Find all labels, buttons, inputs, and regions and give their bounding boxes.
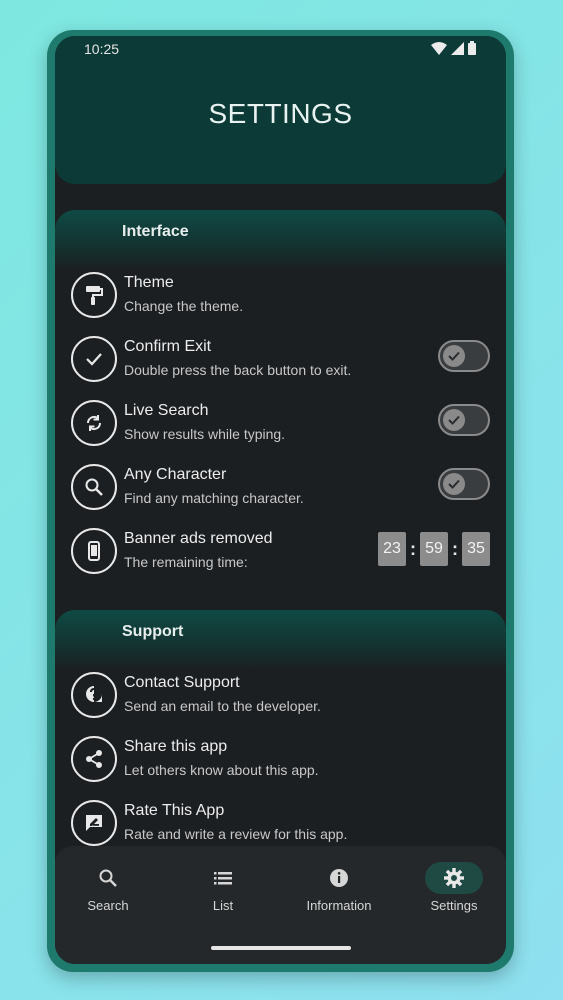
setting-subtitle: Send an email to the developer.: [124, 698, 321, 714]
remaining-time-timer: 23 : 59 : 35: [378, 532, 490, 566]
app-screen: SETTINGS 10:25 Interface Theme Change th…: [55, 36, 506, 964]
section-title-interface: Interface: [122, 223, 189, 240]
setting-confirm-exit[interactable]: Confirm Exit Double press the back butto…: [71, 336, 490, 386]
search-icon: [58, 862, 158, 894]
nav-list[interactable]: List: [173, 862, 273, 922]
wifi-icon: [431, 41, 447, 55]
section-title-support: Support: [122, 623, 184, 640]
page-title: SETTINGS: [208, 98, 353, 129]
status-bar: 10:25: [55, 36, 506, 66]
paint-roller-icon: [71, 272, 117, 318]
setting-title: Theme: [124, 274, 174, 291]
setting-subtitle: Change the theme.: [124, 298, 244, 314]
nav-settings[interactable]: Settings: [404, 862, 504, 922]
nav-information[interactable]: Information: [289, 862, 389, 922]
home-indicator[interactable]: [210, 946, 351, 950]
setting-subtitle: Double press the back button to exit.: [124, 362, 352, 378]
sync-icon: [71, 400, 117, 446]
setting-title: Live Search: [124, 402, 209, 419]
setting-live-search[interactable]: Live Search Show results while typing.: [71, 400, 490, 450]
setting-title: Share this app: [124, 738, 228, 755]
timer-separator: :: [452, 538, 458, 559]
setting-title: Any Character: [124, 466, 227, 483]
timer-seconds: 35: [462, 532, 490, 566]
info-icon: [289, 862, 389, 894]
signal-icon: [451, 41, 464, 55]
confirm-exit-toggle[interactable]: [438, 340, 490, 372]
check-icon: [71, 336, 117, 382]
phone-frame: SETTINGS 10:25 Interface Theme Change th…: [47, 30, 514, 972]
nav-label: Settings: [430, 898, 478, 913]
nav-label: Information: [306, 898, 372, 913]
interface-section: Interface Theme Change the theme. Confir…: [55, 210, 506, 610]
setting-banner-ads: Banner ads removed The remaining time: 2…: [71, 528, 490, 578]
setting-subtitle: Let others know about this app.: [124, 762, 319, 778]
gear-icon: [425, 862, 483, 894]
timer-separator: :: [410, 538, 416, 559]
share-icon: [71, 736, 117, 782]
phone-icon: [71, 528, 117, 574]
setting-share-app[interactable]: Share this app Let others know about thi…: [71, 736, 490, 786]
setting-subtitle: Show results while typing.: [124, 426, 286, 442]
search-icon: [71, 464, 117, 510]
live-search-toggle[interactable]: [438, 404, 490, 436]
check-icon: [443, 473, 465, 495]
support-section: Support Contact Support Send an email to…: [55, 610, 506, 870]
help-icon: [71, 672, 117, 718]
status-time: 10:25: [84, 41, 120, 57]
nav-search[interactable]: Search: [58, 862, 158, 922]
setting-title: Contact Support: [124, 674, 240, 691]
timer-minutes: 59: [420, 532, 448, 566]
check-icon: [443, 345, 465, 367]
setting-title: Confirm Exit: [124, 338, 212, 355]
setting-title: Banner ads removed: [124, 530, 273, 547]
bottom-navigation: Search List Information Settings: [55, 846, 506, 964]
setting-subtitle: Find any matching character.: [124, 490, 304, 506]
timer-hours: 23: [378, 532, 406, 566]
rate-review-icon: [71, 800, 117, 846]
setting-subtitle: The remaining time:: [124, 554, 248, 570]
setting-title: Rate This App: [124, 802, 225, 819]
setting-contact-support[interactable]: Contact Support Send an email to the dev…: [71, 672, 490, 722]
nav-label: List: [212, 898, 234, 913]
status-icons: [431, 41, 476, 55]
setting-rate-app[interactable]: Rate This App Rate and write a review fo…: [71, 800, 490, 850]
battery-icon: [468, 41, 476, 55]
setting-subtitle: Rate and write a review for this app.: [124, 826, 348, 842]
list-icon: [173, 862, 273, 894]
setting-any-character[interactable]: Any Character Find any matching characte…: [71, 464, 490, 514]
check-icon: [443, 409, 465, 431]
setting-theme[interactable]: Theme Change the theme.: [71, 272, 490, 322]
nav-label: Search: [87, 898, 129, 913]
any-character-toggle[interactable]: [438, 468, 490, 500]
